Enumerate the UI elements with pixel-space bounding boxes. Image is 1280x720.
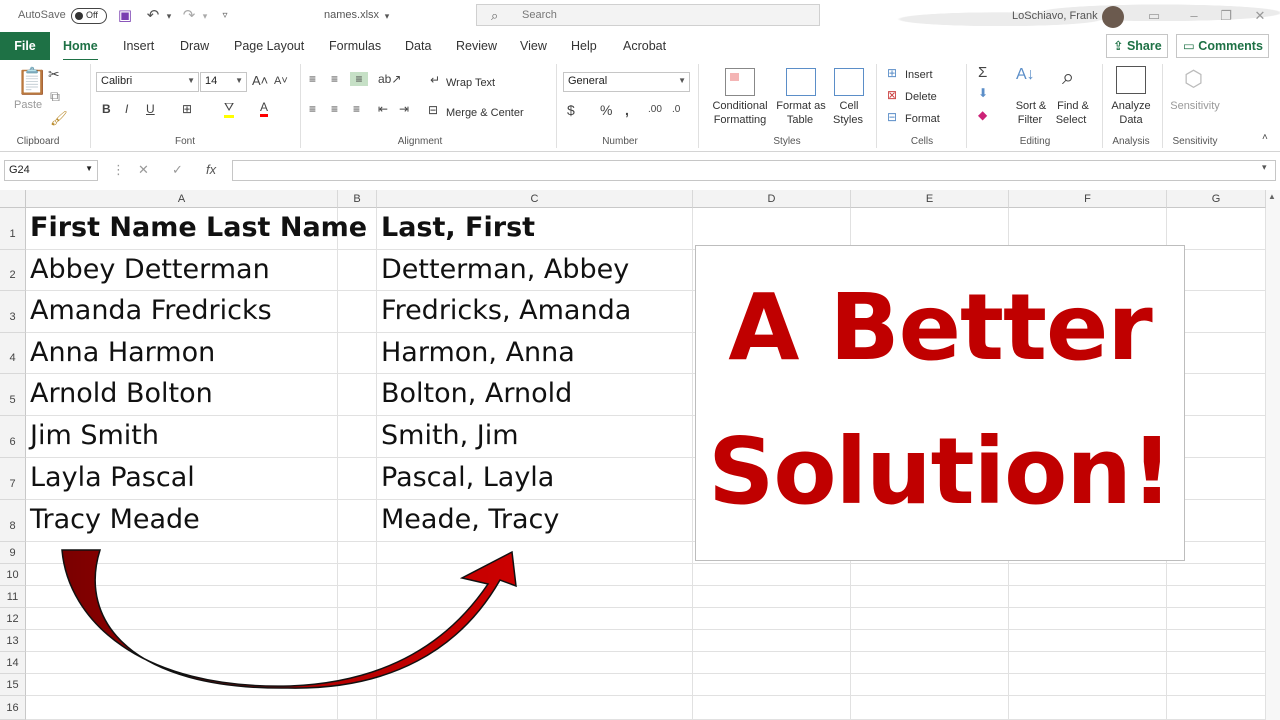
- curved-arrow: [61, 549, 517, 689]
- callout-line-2: Solution!: [708, 418, 1173, 525]
- callout-line-1: A Better: [728, 274, 1152, 381]
- callout-box: A Better Solution!: [695, 245, 1185, 561]
